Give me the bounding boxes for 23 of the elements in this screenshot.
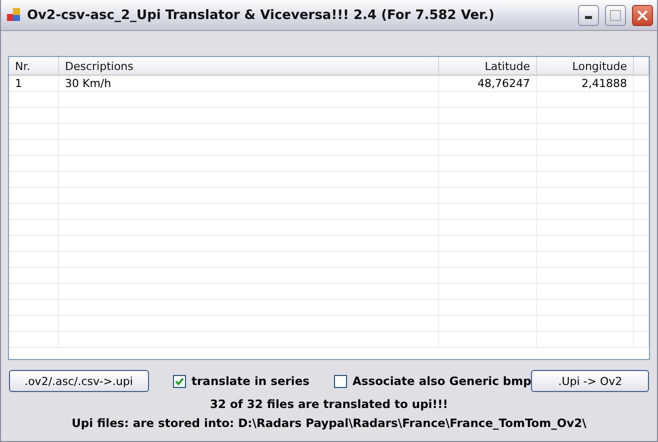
maximize-button[interactable]	[605, 4, 626, 26]
checkbox-label: translate in series	[192, 374, 310, 388]
status-text: Upi files: are stored into: D:\Radars Paypal\Radars\France\France_TomTom_Ov2\	[70, 416, 588, 430]
checkbox-label: Associate also Generic bmp	[352, 374, 532, 388]
maximize-icon	[610, 10, 621, 20]
window-title: Ov2-csv-asc_2_Upi Translator & Viceversa!!! 2.4 (For 7.582 Ver.)	[27, 8, 496, 22]
minimize-button[interactable]	[578, 4, 599, 26]
close-icon	[637, 10, 648, 20]
table-cell: 48,76247	[439, 76, 537, 91]
table-cell: 30 Km/h	[59, 76, 439, 91]
action-button[interactable]: .ov2/.asc/.csv->.upi	[9, 370, 149, 392]
action-button[interactable]: .Upi -> Ov2	[531, 370, 649, 392]
column-header[interactable]: Longitude	[537, 57, 634, 76]
checkbox[interactable]	[334, 374, 347, 388]
column-header[interactable]: Descriptions	[59, 57, 439, 76]
column-header[interactable]: Latitude	[439, 57, 537, 76]
checkbox[interactable]	[172, 374, 186, 388]
table-cell: 1	[9, 76, 59, 91]
column-header[interactable]: Nr.	[9, 57, 59, 76]
status-text: 32 of 32 files are translated to upi!!!	[209, 397, 449, 411]
close-button[interactable]	[632, 4, 653, 26]
table-cell: 2,41888	[537, 76, 634, 91]
app-icon	[7, 8, 21, 22]
